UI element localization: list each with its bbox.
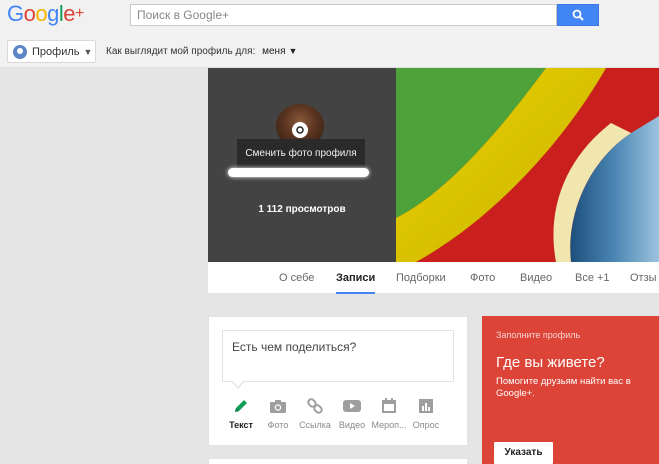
- chevron-down-icon: ▼: [83, 46, 93, 57]
- chevron-down-icon: ▼: [288, 46, 298, 56]
- share-photo-label: Фото: [267, 420, 289, 430]
- camera-icon[interactable]: [292, 122, 308, 138]
- search-button[interactable]: [557, 4, 599, 26]
- share-input[interactable]: Есть чем поделиться?: [222, 330, 454, 382]
- tab-reviews[interactable]: Отзы: [630, 262, 657, 294]
- tab-about[interactable]: О себе: [279, 262, 314, 294]
- search-input[interactable]: Поиск в Google+: [130, 4, 557, 26]
- tab-collections[interactable]: Подборки: [396, 262, 446, 294]
- logo-letter: o: [35, 1, 48, 26]
- specify-location-button[interactable]: Указать: [494, 442, 553, 464]
- share-photo-button[interactable]: Фото: [259, 396, 297, 430]
- link-icon: [307, 398, 323, 414]
- share-event-button[interactable]: Мероп...: [370, 396, 408, 430]
- share-link-button[interactable]: Ссылка: [296, 396, 334, 430]
- poll-icon: [419, 399, 433, 413]
- share-text-button[interactable]: Текст: [222, 396, 260, 430]
- cover-image: [396, 68, 659, 262]
- share-video-label: Видео: [338, 420, 366, 430]
- view-as-label: Как выглядит мой профиль для:: [106, 46, 256, 57]
- share-event-label: Мероп...: [371, 420, 407, 430]
- top-bar: Google + Поиск в Google+: [0, 0, 659, 32]
- promo-text: Помогите друзьям найти вас в Google+.: [496, 376, 631, 399]
- tab-plus-ones[interactable]: Все +1: [575, 262, 610, 294]
- profile-views: 1 112 просмотров: [258, 204, 346, 215]
- share-link-label: Ссылка: [299, 420, 331, 430]
- complete-profile-card: Заполните профиль Где вы живете? Помогит…: [482, 316, 659, 464]
- post-card: [208, 458, 468, 464]
- logo-plus: +: [75, 5, 84, 22]
- logo-letter: o: [23, 1, 36, 26]
- share-text-label: Текст: [229, 420, 253, 430]
- profile-tabs: О себе Записи Подборки Фото Видео Все +1…: [208, 262, 659, 294]
- change-photo-tooltip: Сменить фото профиля: [237, 139, 365, 169]
- logo-letter: e: [63, 1, 76, 26]
- promo-heading: Заполните профиль: [496, 330, 581, 340]
- share-input-tail: [232, 381, 244, 389]
- pencil-icon: [235, 400, 247, 412]
- profile-menu-button[interactable]: Профиль ▼: [7, 40, 96, 63]
- redacted-name: [228, 168, 369, 177]
- profile-icon: [13, 44, 27, 59]
- view-as-dropdown[interactable]: меня ▼: [262, 46, 297, 57]
- video-icon: [343, 400, 361, 412]
- tab-posts[interactable]: Записи: [336, 262, 376, 294]
- search-icon: [572, 9, 584, 21]
- tab-videos[interactable]: Видео: [520, 262, 552, 294]
- share-poll-button[interactable]: Опрос: [407, 396, 445, 430]
- camera-icon: [270, 400, 286, 413]
- google-plus-logo[interactable]: Google +: [7, 0, 84, 28]
- logo-letter: g: [47, 1, 59, 26]
- view-as-value: меня: [262, 46, 286, 57]
- tab-photos[interactable]: Фото: [470, 262, 495, 294]
- profile-label: Профиль: [32, 45, 80, 58]
- profile-subbar: Профиль ▼ Как выглядит мой профиль для: …: [0, 32, 659, 68]
- view-as-control: Как выглядит мой профиль для: меня ▼: [106, 46, 297, 57]
- promo-question: Где вы живете?: [496, 354, 605, 371]
- event-icon: [382, 398, 396, 413]
- cover-photo[interactable]: [396, 68, 659, 262]
- share-poll-label: Опрос: [412, 420, 440, 430]
- logo-letter: G: [7, 1, 24, 26]
- share-video-button[interactable]: Видео: [333, 396, 371, 430]
